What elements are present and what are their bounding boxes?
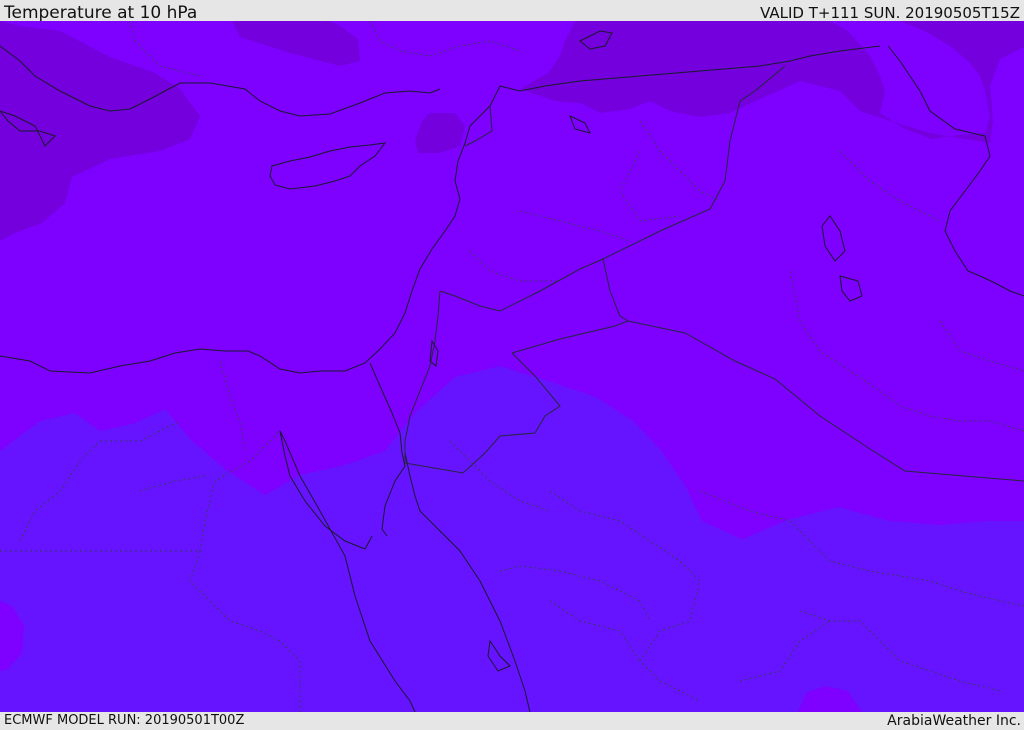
credit-text: ArabiaWeather Inc. (887, 713, 1021, 729)
valid-time: VALID T+111 SUN. 20190505T15Z (760, 4, 1020, 22)
footer-bar: ECMWF MODEL RUN: 20190501T00Z ArabiaWeat… (0, 712, 1024, 729)
weather-map (0, 21, 1024, 712)
map-canvas (0, 21, 1024, 712)
map-title: Temperature at 10 hPa (4, 3, 198, 23)
header-bar: Temperature at 10 hPa VALID T+111 SUN. 2… (0, 0, 1024, 23)
model-run: ECMWF MODEL RUN: 20190501T00Z (4, 713, 245, 728)
